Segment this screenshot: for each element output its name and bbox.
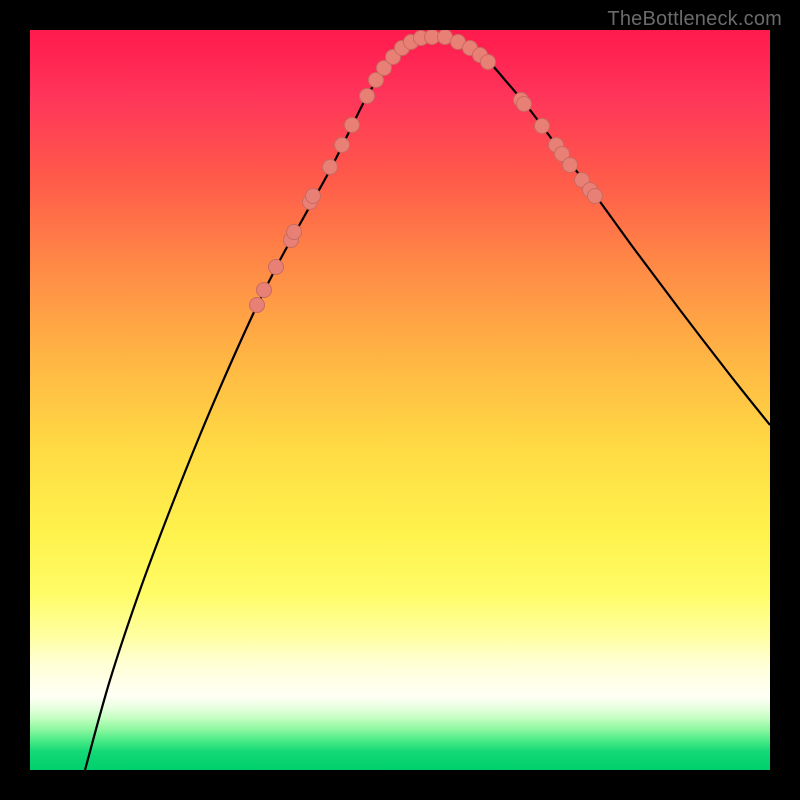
data-dot xyxy=(257,283,272,298)
data-dot xyxy=(360,89,375,104)
watermark-text: TheBottleneck.com xyxy=(607,8,782,31)
data-dot xyxy=(563,158,578,173)
data-dot xyxy=(588,189,603,204)
data-dot xyxy=(535,119,550,134)
data-dot xyxy=(481,55,496,70)
chart-svg xyxy=(30,30,770,770)
data-dot xyxy=(269,260,284,275)
bottleneck-curve xyxy=(85,36,770,770)
data-dot xyxy=(306,189,321,204)
data-dot xyxy=(250,298,265,313)
dots-group xyxy=(250,30,603,313)
data-dot xyxy=(517,97,532,112)
data-dot xyxy=(345,118,360,133)
data-dot xyxy=(323,160,338,175)
data-dot xyxy=(287,225,302,240)
data-dot xyxy=(335,138,350,153)
chart-frame xyxy=(30,30,770,770)
